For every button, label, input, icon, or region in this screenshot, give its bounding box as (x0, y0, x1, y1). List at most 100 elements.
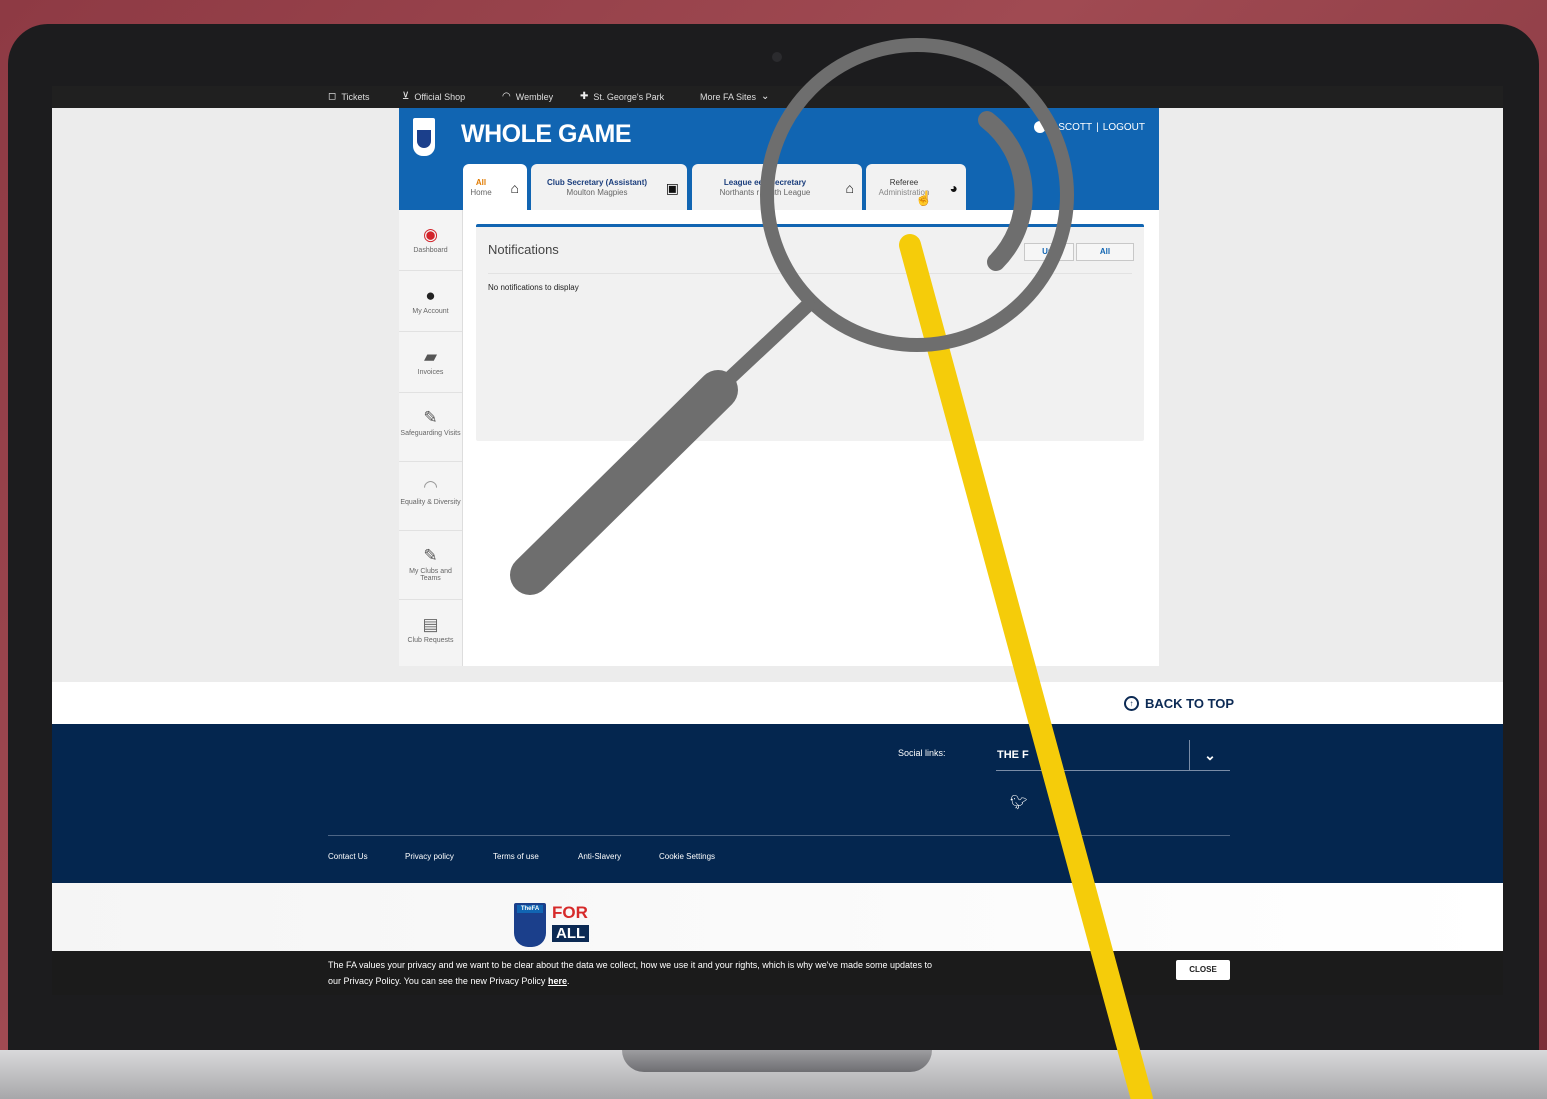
tab-club-secretary[interactable]: Club Secretary (Assistant) Moulton Magpi… (531, 164, 687, 210)
fa-for-all-strip: TheFA FOR ALL (52, 883, 1503, 951)
tab-club-line1: Club Secretary (Assistant) (546, 178, 648, 187)
tab-league-line2: Northants r Youth League (719, 188, 811, 197)
social-links-select[interactable]: THE F ⌄ (996, 740, 1230, 771)
user-icon (1034, 121, 1047, 133)
topbar-stgeorges-link[interactable]: ✚ St. George's Park (580, 91, 664, 102)
wembley-arch-icon: ◠ (502, 91, 511, 102)
tab-referee-line2: Administration (878, 188, 930, 197)
tab-referee-administration[interactable]: Referee Administration ◕ (866, 164, 966, 210)
footer-link-terms[interactable]: Terms of use (493, 852, 539, 861)
tab-home[interactable]: All Home ⌂ (463, 164, 527, 210)
sidebar-item-invoices[interactable]: ▰ Invoices (399, 332, 462, 393)
app-header: WHOLE GAME L SCOTT | LOGOUT All Home ⌂ C… (399, 108, 1159, 210)
topbar-more-sites[interactable]: More FA Sites ⌄ (700, 91, 769, 102)
sidebar-item-safeguarding[interactable]: ✎ Safeguarding Visits (399, 393, 462, 462)
home-icon: ⌂ (845, 180, 854, 196)
tab-league-secretary[interactable]: League ees Secretary Northants r Youth L… (692, 164, 862, 210)
invoice-icon: ▰ (423, 347, 438, 366)
footer-link-cookie-settings[interactable]: Cookie Settings (659, 852, 715, 861)
cart-icon: ⊻ (402, 91, 410, 102)
back-to-top-label: BACK TO TOP (1145, 696, 1235, 711)
fa-for-all-logo: TheFA FOR ALL (514, 903, 604, 949)
social-selected-value: THE F (997, 749, 1029, 761)
club-badge-icon: ▣ (665, 180, 679, 196)
pencil-icon: ✎ (423, 408, 438, 427)
webcam (772, 52, 782, 62)
sidebar-label-dashboard: Dashboard (413, 247, 448, 254)
sidebar-label-club-requests: Club Requests (407, 637, 454, 644)
tab-referee-line1: Referee (889, 178, 919, 187)
ticket-icon: ◻ (328, 91, 337, 102)
cookie-banner: The FA values your privacy and we want t… (52, 951, 1503, 995)
notifications-title: Notifications (488, 242, 559, 257)
topbar-wembley-link[interactable]: ◠ Wembley (502, 91, 553, 102)
tab-league-line1: League ees Secretary (723, 178, 807, 187)
tab-home-line2: Home (470, 188, 492, 197)
rainbow-icon: ◠ (423, 477, 438, 496)
sidebar-item-club-requests[interactable]: ▤ Club Requests (399, 600, 462, 666)
topbar-shop-link[interactable]: ⊻ Official Shop (402, 91, 465, 102)
topbar-shop-label: Official Shop (414, 91, 466, 102)
browser-screen: ◻ Tickets ⊻ Official Shop ◠ Wembley ✚ St… (52, 86, 1503, 995)
logout-link[interactable]: LOGOUT (1103, 122, 1145, 133)
pencil-icon: ✎ (423, 546, 438, 565)
for-word: FOR (552, 903, 588, 922)
sidebar-label-equality: Equality & Diversity (400, 499, 461, 506)
back-to-top-bar: ↑ BACK TO TOP (52, 682, 1503, 724)
footer-link-privacy[interactable]: Privacy policy (405, 852, 454, 861)
cookie-text: The FA values your privacy and we want t… (328, 957, 1088, 989)
cookie-close-button[interactable]: CLOSE (1176, 960, 1230, 980)
topbar-tickets-link[interactable]: ◻ Tickets (328, 91, 369, 102)
cookie-text-line1: The FA values your privacy and we want t… (328, 960, 933, 970)
topbar-stgeorges-label: St. George's Park (593, 91, 665, 102)
laptop-notch (622, 1050, 932, 1072)
topbar-tickets-label: Tickets (341, 91, 370, 102)
sidebar-item-my-account[interactable]: ● My Account (399, 271, 462, 332)
cookie-period: . (566, 976, 570, 986)
sidebar-item-equality[interactable]: ◠ Equality & Diversity (399, 462, 462, 531)
main-content: Notifications Unr All No notifications t… (463, 210, 1159, 666)
footer-divider (328, 835, 1230, 836)
privacy-policy-link[interactable]: here (548, 976, 567, 986)
back-to-top-link[interactable]: ↑ BACK TO TOP (1124, 696, 1234, 711)
dashboard-icon: ◉ (423, 225, 438, 244)
arrow-up-circle-icon: ↑ (1124, 696, 1139, 711)
footer-link-anti-slavery[interactable]: Anti-Slavery (578, 852, 621, 861)
tab-club-line2: Moulton Magpies (566, 188, 628, 197)
sidebar-label-invoices: Invoices (417, 369, 444, 376)
notifications-panel: Notifications Unr All No notifications t… (476, 224, 1144, 441)
chevron-down-icon: ⌄ (761, 91, 770, 102)
fa-crest-logo[interactable] (413, 118, 435, 156)
sidebar-nav: ◉ Dashboard ● My Account ▰ Invoices ✎ Sa… (399, 210, 463, 666)
sidebar-label-my-account: My Account (412, 308, 449, 315)
chevron-down-icon: ⌄ (1189, 740, 1230, 770)
social-links-label: Social links: (898, 748, 946, 758)
user-area: L SCOTT | LOGOUT (1034, 121, 1145, 133)
sidebar-item-dashboard[interactable]: ◉ Dashboard (399, 210, 462, 271)
cookie-text-line2: our Privacy Policy. You can see the new … (328, 976, 546, 986)
document-icon: ▤ (422, 615, 439, 634)
user-icon: ● (425, 286, 436, 305)
fa-tag: TheFA (517, 905, 543, 913)
empty-notifications-message: No notifications to display (488, 283, 579, 292)
user-name[interactable]: L SCOTT (1050, 122, 1092, 133)
topbar-wembley-label: Wembley (515, 91, 554, 102)
panel-divider (488, 273, 1132, 274)
fa-crest-icon: TheFA (514, 903, 546, 947)
sidebar-label-safeguarding: Safeguarding Visits (400, 430, 461, 437)
home-icon: ⌂ (510, 180, 519, 196)
whistle-icon: ◕ (949, 180, 958, 196)
fa-sites-bar: ◻ Tickets ⊻ Official Shop ◠ Wembley ✚ St… (52, 86, 1503, 108)
tab-home-line1: All (475, 178, 487, 187)
sidebar-item-my-clubs[interactable]: ✎ My Clubs and Teams (399, 531, 462, 600)
all-word: ALL (552, 925, 590, 942)
app-title: WHOLE GAME (461, 120, 632, 148)
sidebar-label-my-clubs: My Clubs and Teams (409, 568, 452, 582)
topbar-more-label: More FA Sites (700, 91, 757, 102)
cross-icon: ✚ (580, 91, 589, 102)
footer-link-contact[interactable]: Contact Us (328, 852, 368, 861)
site-footer: Social links: THE F ⌄ 🐦︎ Contact Us Priv… (52, 724, 1503, 883)
filter-all-button[interactable]: All (1076, 243, 1134, 261)
filter-unread-button[interactable]: Unr (1024, 243, 1074, 261)
twitter-icon[interactable]: 🐦︎ (1010, 794, 1028, 811)
